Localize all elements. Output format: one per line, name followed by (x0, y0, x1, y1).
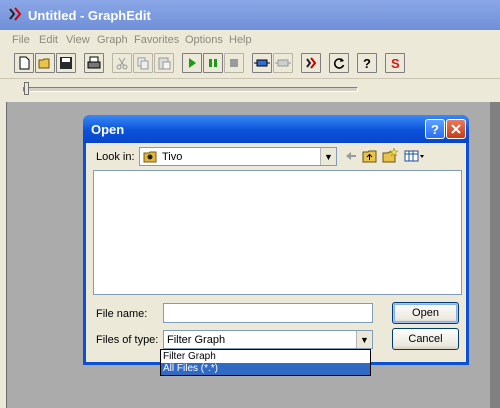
window-right-border (490, 102, 500, 408)
cut-button[interactable] (112, 53, 132, 73)
filetype-label: Files of type: (96, 334, 159, 346)
menu-graph[interactable]: Graph (97, 34, 128, 46)
new-icon (19, 56, 30, 70)
filename-input[interactable] (163, 303, 373, 323)
copy-button[interactable] (133, 53, 153, 73)
open-button-label: Open (412, 307, 439, 319)
open-button[interactable] (35, 53, 55, 73)
open-dialog: Open ? Look in: Tivo ▼ File name: Files … (83, 115, 469, 365)
svg-text:S: S (391, 56, 400, 70)
help-icon: ? (363, 56, 371, 70)
tivo-folder-icon (143, 151, 157, 163)
menu-bar: File Edit View Graph Favorites Options H… (0, 30, 500, 50)
filetype-dropdown-list[interactable]: Filter Graph All Files (*.*) (160, 349, 371, 376)
menu-help[interactable]: Help (229, 34, 252, 46)
back-icon[interactable] (343, 148, 359, 164)
connect-icon (254, 59, 270, 67)
save-icon (60, 57, 72, 69)
dialog-title: Open (91, 122, 125, 137)
menu-options[interactable]: Options (185, 34, 223, 46)
s-icon: S (391, 56, 400, 70)
cut-icon (116, 57, 128, 70)
toolbar: ? S (0, 50, 500, 79)
help-button[interactable]: ? (357, 53, 377, 73)
dialog-body: Look in: Tivo ▼ File name: Files of type… (86, 143, 466, 362)
filetype-value: Filter Graph (167, 334, 226, 346)
close-icon (451, 124, 461, 134)
lookin-value: Tivo (162, 151, 183, 163)
pause-icon (209, 59, 217, 67)
cancel-button-label: Cancel (408, 333, 443, 345)
paste-icon (158, 57, 171, 70)
svg-text:?: ? (363, 56, 371, 70)
seek-thumb[interactable] (24, 82, 29, 95)
menu-favorites[interactable]: Favorites (134, 34, 179, 46)
refresh-icon (333, 58, 345, 69)
new-button[interactable] (14, 53, 34, 73)
paste-button[interactable] (154, 53, 174, 73)
refresh-button[interactable] (329, 53, 349, 73)
file-list[interactable] (93, 170, 462, 295)
graphedit-icon (9, 7, 22, 21)
cancel-button[interactable]: Cancel (392, 328, 459, 350)
filename-label: File name: (96, 308, 148, 320)
new-folder-icon[interactable] (382, 148, 398, 164)
dialog-close-button[interactable] (446, 119, 466, 139)
chevron-down-icon[interactable]: ▼ (356, 331, 372, 348)
copy-icon (137, 57, 149, 70)
print-button[interactable] (84, 53, 104, 73)
s-button[interactable]: S (385, 53, 405, 73)
menu-file[interactable]: File (12, 34, 30, 46)
pause-button[interactable] (203, 53, 223, 73)
connect-button[interactable] (252, 53, 272, 73)
dialog-titlebar[interactable]: Open ? (83, 115, 469, 143)
chevron-down-icon[interactable]: ▼ (320, 148, 336, 165)
open-button[interactable]: Open (392, 302, 459, 324)
open-icon (38, 58, 50, 69)
print-icon (87, 56, 101, 69)
app-title: Untitled - GraphEdit (28, 8, 151, 23)
seek-track[interactable] (23, 87, 358, 92)
graph-button[interactable] (301, 53, 321, 73)
lookin-label: Look in: (96, 151, 135, 163)
seek-bar (0, 79, 500, 102)
list-item[interactable]: All Files (*.*) (161, 363, 370, 375)
menu-edit[interactable]: Edit (39, 34, 58, 46)
filter-icon (275, 59, 291, 67)
lookin-combo[interactable]: Tivo ▼ (139, 147, 337, 166)
play-icon (189, 58, 196, 68)
up-folder-icon[interactable] (362, 148, 378, 164)
view-menu-icon[interactable] (404, 148, 426, 164)
filter-button[interactable] (273, 53, 293, 73)
help-icon: ? (431, 121, 439, 137)
play-button[interactable] (182, 53, 202, 73)
graphedit-icon (306, 57, 317, 69)
list-item[interactable]: Filter Graph (161, 351, 370, 363)
app-titlebar[interactable]: Untitled - GraphEdit (0, 0, 500, 30)
save-button[interactable] (56, 53, 76, 73)
menu-view[interactable]: View (66, 34, 90, 46)
stop-button[interactable] (224, 53, 244, 73)
stop-icon (230, 59, 238, 67)
dialog-help-button[interactable]: ? (425, 119, 445, 139)
filetype-combo[interactable]: Filter Graph ▼ (163, 330, 373, 349)
